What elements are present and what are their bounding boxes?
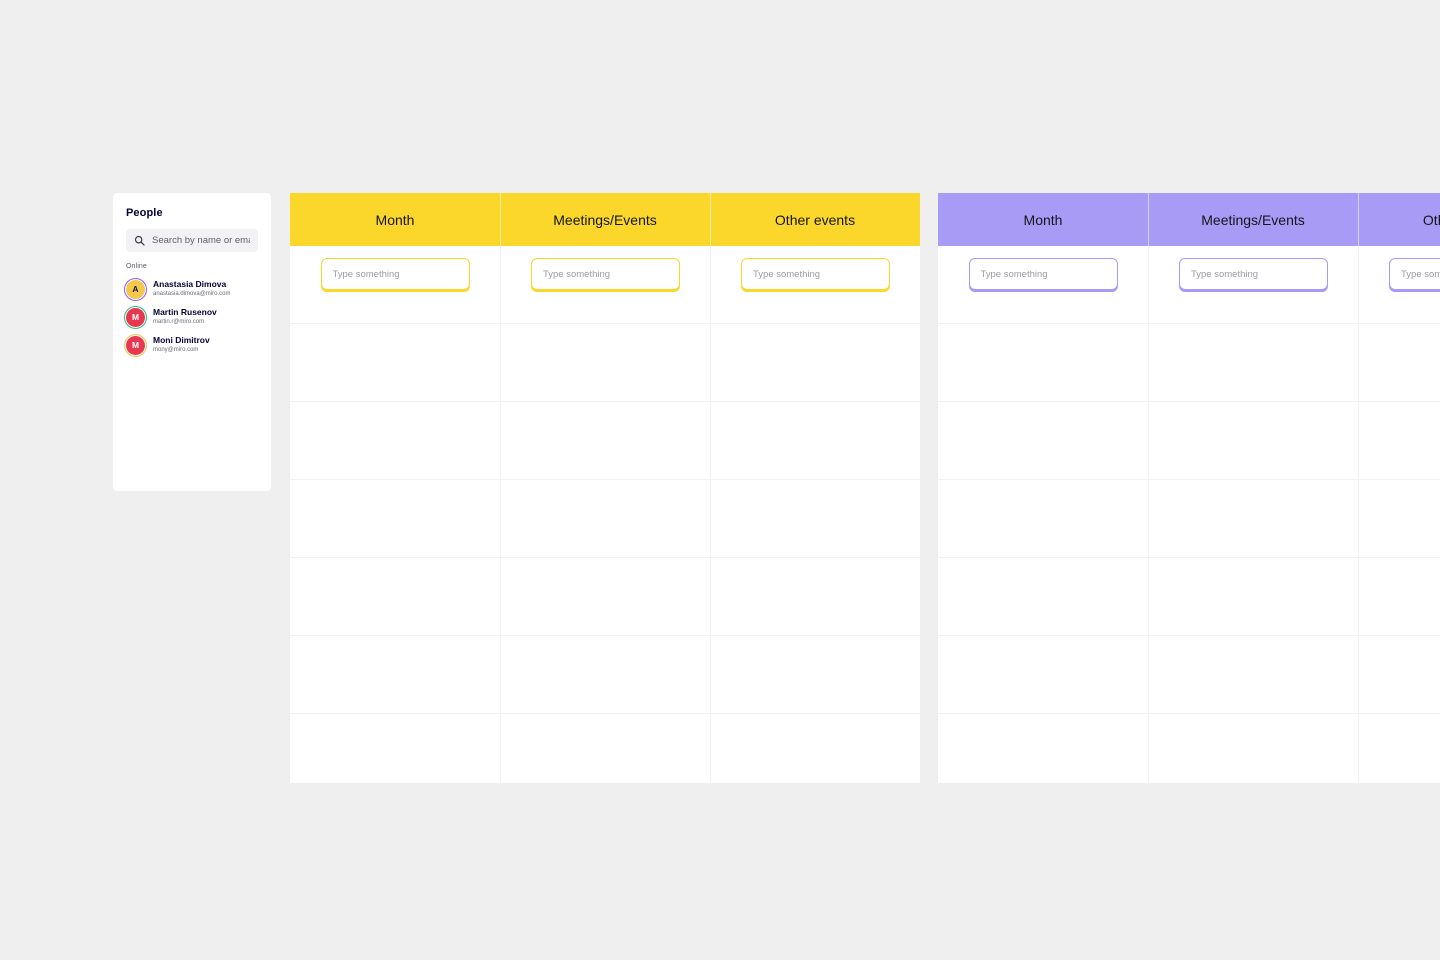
table-column-other-events [710,246,920,792]
schedule-table-yellow: Month Meetings/Events Other events [290,193,920,792]
table-body [938,246,1440,792]
person-email: anastasia.dimova@miro.com [153,290,231,297]
table-cell[interactable] [501,558,710,636]
table-cell[interactable] [711,636,920,714]
column-header-label: Month [1023,211,1063,228]
table-cell[interactable] [290,402,500,480]
people-search-box[interactable] [126,229,258,252]
table-cell[interactable] [290,324,500,402]
avatar: M [124,305,147,329]
table-cell[interactable] [711,324,920,402]
table-cell[interactable] [290,636,500,714]
table-cell[interactable] [501,324,710,402]
table-cell[interactable] [1359,636,1440,714]
schedule-table-purple: Month Meetings/Events Other events [938,193,1440,792]
table-cell[interactable] [1359,246,1440,324]
month-input[interactable] [968,258,1118,290]
table-cell[interactable] [1149,324,1358,402]
person-info: Moni Dimitrov mony@miro.com [153,335,210,354]
table-cell[interactable] [711,480,920,558]
table-cell[interactable] [1149,480,1358,558]
table-cell[interactable] [1359,714,1440,792]
people-panel: People Online A Anastasia Dimova anastas… [113,193,271,491]
search-icon [134,235,145,246]
column-header-other-events[interactable]: Other events [710,193,920,246]
table-column-month [290,246,500,792]
table-cell[interactable] [501,480,710,558]
avatar-initial: M [131,312,140,322]
table-cell[interactable] [711,402,920,480]
meetings-events-input[interactable] [1179,258,1328,290]
table-cell[interactable] [501,714,710,792]
person-info: Anastasia Dimova anastasia.dimova@miro.c… [153,279,231,298]
table-cell[interactable] [1359,480,1440,558]
table-cell[interactable] [501,636,710,714]
column-header-meetings-events[interactable]: Meetings/Events [1148,193,1358,246]
table-cell[interactable] [938,246,1148,324]
table-header-row: Month Meetings/Events Other events [938,193,1440,246]
column-header-label: Other events [1422,211,1440,228]
table-cell[interactable] [938,636,1148,714]
meetings-events-input[interactable] [531,258,680,290]
table-cell[interactable] [501,402,710,480]
person-name: Moni Dimitrov [153,335,210,346]
table-cell[interactable] [1149,558,1358,636]
table-cell[interactable] [1359,402,1440,480]
people-panel-title: People [126,207,163,219]
table-cell[interactable] [938,480,1148,558]
table-cell[interactable] [1359,558,1440,636]
month-input[interactable] [320,258,470,290]
search-input[interactable] [152,235,250,246]
column-header-month[interactable]: Month [290,193,500,246]
table-header-row: Month Meetings/Events Other events [290,193,920,246]
list-item[interactable]: M Martin Rusenov martin.r@miro.com [124,303,258,331]
table-cell[interactable] [1149,246,1358,324]
table-cell[interactable] [938,558,1148,636]
online-section-label: Online [126,263,147,270]
other-events-input[interactable] [1389,258,1440,290]
table-column-meetings-events [500,246,710,792]
table-cell[interactable] [290,558,500,636]
avatar-initial: M [131,340,140,350]
person-name: Anastasia Dimova [153,279,227,290]
table-body [290,246,920,792]
table-cell[interactable] [1359,324,1440,402]
table-cell[interactable] [1149,402,1358,480]
table-column-month [938,246,1148,792]
table-cell[interactable] [711,714,920,792]
column-header-label: Meetings/Events [1201,211,1305,228]
person-email: mony@miro.com [153,346,199,353]
column-header-label: Meetings/Events [553,211,657,228]
table-cell[interactable] [711,558,920,636]
person-info: Martin Rusenov martin.r@miro.com [153,307,217,326]
table-cell[interactable] [501,246,710,324]
table-cell[interactable] [290,714,500,792]
person-name: Martin Rusenov [153,307,217,318]
table-cell[interactable] [938,402,1148,480]
column-header-other-events[interactable]: Other events [1358,193,1440,246]
table-cell[interactable] [1149,636,1358,714]
list-item[interactable]: M Moni Dimitrov mony@miro.com [124,331,258,359]
table-column-other-events [1358,246,1440,792]
table-cell[interactable] [938,324,1148,402]
other-events-input[interactable] [741,258,890,290]
table-cell[interactable] [290,480,500,558]
table-cell[interactable] [938,714,1148,792]
list-item[interactable]: A Anastasia Dimova anastasia.dimova@miro… [124,275,258,303]
column-header-label: Other events [774,211,856,228]
person-email: martin.r@miro.com [153,318,205,325]
table-cell[interactable] [290,246,500,324]
avatar: M [124,333,147,357]
table-column-meetings-events [1148,246,1358,792]
table-cell[interactable] [711,246,920,324]
table-cell[interactable] [1149,714,1358,792]
column-header-meetings-events[interactable]: Meetings/Events [500,193,710,246]
column-header-label: Month [375,211,415,228]
column-header-month[interactable]: Month [938,193,1148,246]
avatar-initial: A [132,284,139,294]
avatar: A [124,277,147,301]
